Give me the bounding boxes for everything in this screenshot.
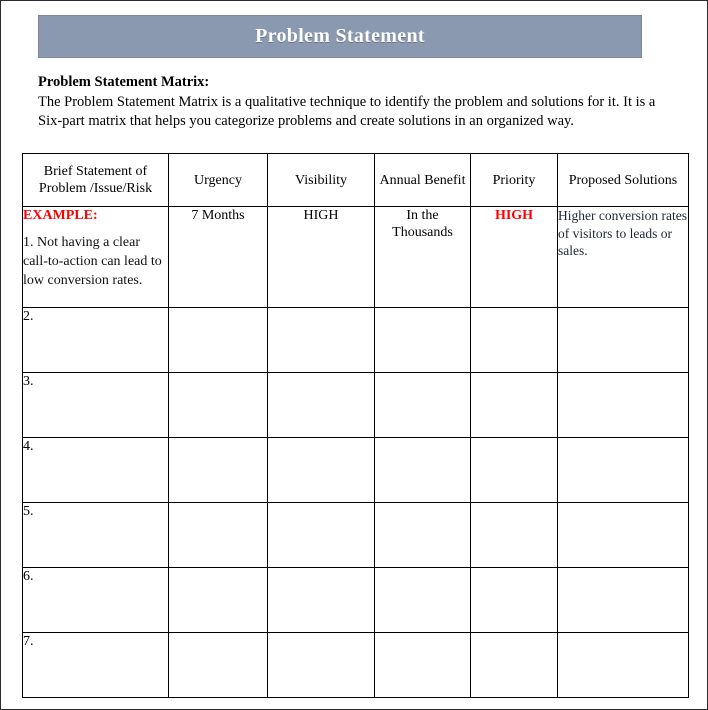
title-banner: Problem Statement	[38, 15, 642, 58]
cell-priority-example[interactable]: HIGH	[470, 206, 558, 308]
problem-statement-matrix: Brief Statement of Problem /Issue/Risk U…	[22, 153, 689, 698]
cell-priority-5[interactable]	[470, 502, 558, 568]
cell-urgency-example[interactable]: 7 Months	[168, 206, 268, 308]
priority-high-badge: HIGH	[494, 208, 534, 223]
cell-priority-3[interactable]	[470, 372, 558, 438]
cell-problem-5[interactable]: 5.	[22, 502, 169, 568]
example-problem-text: 1. Not having a clear call-to-action can…	[23, 235, 162, 288]
cell-annual-benefit-example[interactable]: In the Thousands	[374, 206, 471, 308]
cell-visibility-4[interactable]	[267, 437, 375, 503]
cell-proposed-solutions-2[interactable]	[557, 307, 689, 373]
intro-body: The Problem Statement Matrix is a qualit…	[38, 94, 656, 129]
cell-problem-4[interactable]: 4.	[22, 437, 169, 503]
cell-proposed-solutions-3[interactable]	[557, 372, 689, 438]
cell-proposed-solutions-7[interactable]	[557, 632, 689, 698]
table-header-row: Brief Statement of Problem /Issue/Risk U…	[22, 153, 689, 207]
cell-urgency-3[interactable]	[168, 372, 268, 438]
cell-problem-7[interactable]: 7.	[22, 632, 169, 698]
cell-visibility-7[interactable]	[267, 632, 375, 698]
table-row: 7.	[22, 632, 689, 698]
cell-visibility-6[interactable]	[267, 567, 375, 633]
cell-urgency-4[interactable]	[168, 437, 268, 503]
cell-urgency-5[interactable]	[168, 502, 268, 568]
column-header-proposed-solutions: Proposed Solutions	[557, 153, 689, 207]
cell-urgency-6[interactable]	[168, 567, 268, 633]
intro-section: Problem Statement Matrix: The Problem St…	[38, 73, 670, 131]
cell-proposed-solutions-4[interactable]	[557, 437, 689, 503]
cell-priority-7[interactable]	[470, 632, 558, 698]
column-header-visibility: Visibility	[267, 153, 375, 207]
table-row: 4.	[22, 437, 689, 503]
column-header-problem: Brief Statement of Problem /Issue/Risk	[22, 153, 169, 207]
cell-annual-benefit-2[interactable]	[374, 307, 471, 373]
table-row-example: EXAMPLE: 1. Not having a clear call-to-a…	[22, 206, 689, 308]
cell-urgency-7[interactable]	[168, 632, 268, 698]
table-row: 3.	[22, 372, 689, 438]
table-row: 6.	[22, 567, 689, 633]
cell-visibility-3[interactable]	[267, 372, 375, 438]
cell-visibility-5[interactable]	[267, 502, 375, 568]
cell-problem-example[interactable]: EXAMPLE: 1. Not having a clear call-to-a…	[22, 206, 169, 308]
cell-problem-3[interactable]: 3.	[22, 372, 169, 438]
cell-annual-benefit-6[interactable]	[374, 567, 471, 633]
cell-proposed-solutions-5[interactable]	[557, 502, 689, 568]
table-body: EXAMPLE: 1. Not having a clear call-to-a…	[22, 206, 689, 698]
cell-visibility-2[interactable]	[267, 307, 375, 373]
table-row: 5.	[22, 502, 689, 568]
cell-proposed-solutions-example[interactable]: Higher conversion rates of visitors to l…	[557, 206, 689, 308]
column-header-priority: Priority	[470, 153, 558, 207]
cell-proposed-solutions-6[interactable]	[557, 567, 689, 633]
page-title: Problem Statement	[255, 25, 425, 47]
cell-annual-benefit-7[interactable]	[374, 632, 471, 698]
column-header-urgency: Urgency	[168, 153, 268, 207]
cell-problem-6[interactable]: 6.	[22, 567, 169, 633]
cell-problem-2[interactable]: 2.	[22, 307, 169, 373]
intro-heading: Problem Statement Matrix:	[38, 74, 210, 90]
table-row: 2.	[22, 307, 689, 373]
cell-priority-2[interactable]	[470, 307, 558, 373]
cell-urgency-2[interactable]	[168, 307, 268, 373]
column-header-annual-benefit: Annual Benefit	[374, 153, 471, 207]
cell-priority-6[interactable]	[470, 567, 558, 633]
example-label: EXAMPLE:	[23, 208, 98, 223]
cell-annual-benefit-4[interactable]	[374, 437, 471, 503]
cell-annual-benefit-3[interactable]	[374, 372, 471, 438]
cell-priority-4[interactable]	[470, 437, 558, 503]
cell-annual-benefit-5[interactable]	[374, 502, 471, 568]
cell-visibility-example[interactable]: HIGH	[267, 206, 375, 308]
document-page: Problem Statement Problem Statement Matr…	[0, 0, 708, 710]
